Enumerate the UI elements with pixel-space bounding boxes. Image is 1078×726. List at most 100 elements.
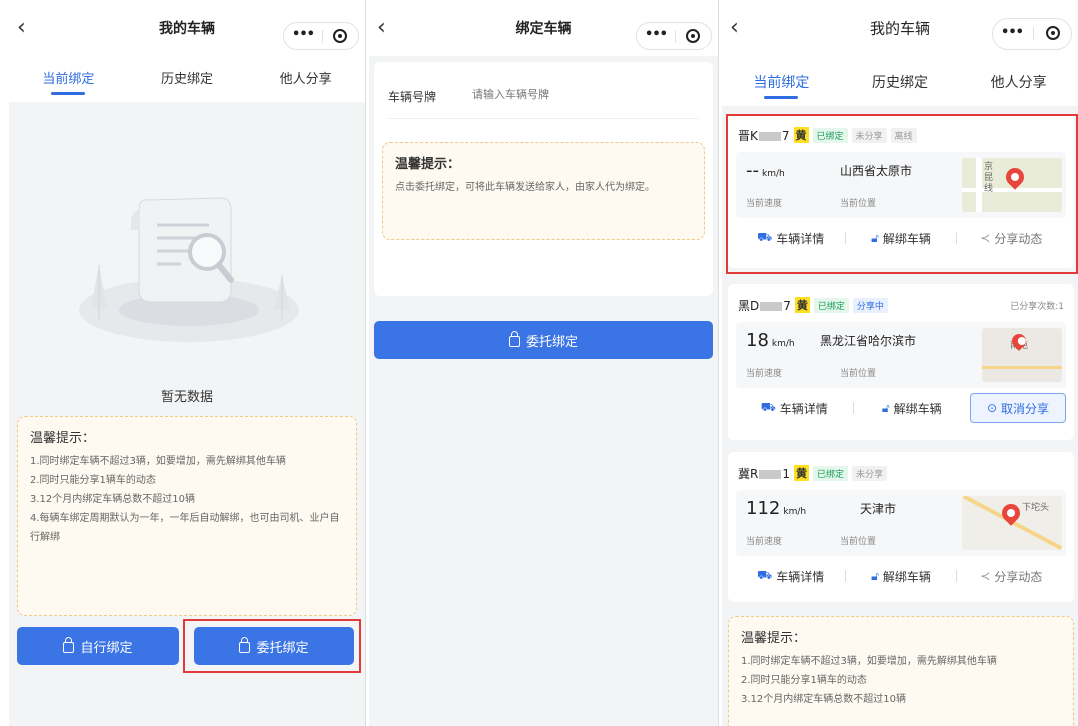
tip-line: 3.12个月内绑定车辆总数不超过10辆 [30, 494, 195, 505]
vehicle-actions: ⛟ 车辆详情 🔓︎ 解绑车辆 ⊙ 取消分享 [736, 392, 1066, 424]
lock-icon [508, 331, 520, 347]
close-icon[interactable] [1046, 26, 1060, 40]
close-icon[interactable] [333, 29, 347, 43]
tip-line: 4.每辆车绑定周期默认为一年，一年后自动解绑，也可由司机、业户自行解绑 [30, 513, 340, 543]
capsule-divider [1033, 27, 1034, 40]
more-icon[interactable]: ••• [284, 23, 322, 49]
empty-state-illustration [79, 197, 299, 342]
plate-color-tag: 黄 [794, 297, 810, 313]
vehicle-header: 晋K 7 黄 已绑定 未分享 离线 [738, 126, 1064, 144]
plate-suffix: 7 [781, 128, 790, 143]
vehicle-card[interactable]: 黑D 7 黄 已绑定 分享中 已分享次数:1 18 km/h 当前速度 黑龙江省哈尔… [728, 284, 1074, 440]
map-thumbnail[interactable]: 京昆线 [962, 158, 1062, 212]
plate-input[interactable] [470, 84, 690, 106]
plate-color-tag: 黄 [793, 465, 809, 481]
location-value: 天津市 [860, 502, 897, 516]
entrust-bind-label: 委托绑定 [525, 334, 578, 350]
self-bind-label: 自行绑定 [80, 640, 133, 656]
speed-number: -- [746, 160, 759, 181]
phone-bind-vehicle: ‹ 绑定车辆 ••• 车辆号牌 温馨提示： 点击委托绑定，可将此车辆发送给家人，… [369, 0, 719, 726]
cancel-circle-icon: ⊙ [986, 401, 998, 415]
plate-mask [759, 469, 782, 479]
lock-icon: 🔓︎ [871, 230, 879, 245]
more-icon[interactable]: ••• [637, 23, 675, 49]
close-icon[interactable] [686, 29, 700, 43]
unbind-label: 解绑车辆 [882, 569, 931, 584]
tips-box: 温馨提示： 1.同时绑定车辆不超过3辆，如要增加，需先解绑其他车辆 2.同时只能… [728, 616, 1074, 726]
plate-number: 冀R 1 [738, 465, 790, 482]
tip-line: 1.同时绑定车辆不超过3辆，如要增加，需先解绑其他车辆 [30, 456, 286, 467]
tips-box: 温馨提示： 点击委托绑定，可将此车辆发送给家人，由家人代为绑定。 [382, 142, 705, 240]
lock-icon [239, 637, 251, 653]
nav-bar: ‹ 绑定车辆 ••• [369, 0, 718, 56]
plate-prefix: 晋K [738, 128, 758, 143]
tab-current-binding[interactable]: 当前绑定 [9, 56, 128, 102]
entrust-bind-button[interactable]: 委托绑定 [374, 321, 713, 359]
speed-unit: km/h [783, 507, 807, 517]
map-thumbnail[interactable]: 下坨头 [962, 496, 1062, 550]
share-button[interactable]: ≺ 分享动态 [957, 230, 1066, 247]
self-bind-button[interactable]: 自行绑定 [17, 627, 179, 665]
vehicle-detail-button[interactable]: ⛟ 车辆详情 [736, 568, 845, 585]
plate-number: 晋K 7 [738, 127, 790, 144]
map-road [976, 158, 982, 212]
speed-number: 18 [746, 330, 769, 351]
unbind-button[interactable]: 🔓︎ 解绑车辆 [854, 400, 971, 417]
speed-value: 18 km/h [746, 330, 795, 351]
lock-icon: 🔓︎ [871, 568, 879, 583]
plate-suffix: 7 [783, 298, 791, 313]
vehicle-card[interactable]: 冀R 1 黄 已绑定 未分享 112 km/h 当前速度 天津市 当前位置 下坨头 … [728, 452, 1074, 602]
vehicle-actions: ⛟ 车辆详情 🔓︎ 解绑车辆 ≺ 分享动态 [736, 560, 1066, 592]
speed-label: 当前速度 [746, 537, 783, 547]
vehicle-detail-label: 车辆详情 [776, 569, 825, 584]
vehicle-header: 黑D 7 黄 已绑定 分享中 已分享次数:1 [738, 296, 1064, 314]
vehicle-detail-label: 车辆详情 [779, 401, 828, 416]
status-badge-sharing: 分享中 [852, 297, 888, 313]
tab-shared-by-others[interactable]: 他人分享 [959, 56, 1078, 106]
map-pin-icon [998, 500, 1024, 526]
more-icon[interactable]: ••• [993, 19, 1031, 45]
location-value: 山西省太原市 [840, 164, 913, 178]
tab-bar: 当前绑定 历史绑定 他人分享 [9, 56, 365, 102]
unbind-button[interactable]: 🔓︎ 解绑车辆 [846, 230, 955, 247]
vehicle-detail-button[interactable]: ⛟ 车辆详情 [736, 400, 853, 417]
vehicle-actions: ⛟ 车辆详情 🔓︎ 解绑车辆 ≺ 分享动态 [736, 222, 1066, 254]
tips-box: 温馨提示： 1.同时绑定车辆不超过3辆，如要增加，需先解绑其他车辆 2.同时只能… [17, 416, 357, 616]
location-label: 当前位置 [840, 369, 877, 379]
tab-current-binding[interactable]: 当前绑定 [722, 56, 841, 106]
share-icon: ≺ [980, 231, 991, 245]
vehicle-card[interactable]: 晋K 7 黄 已绑定 未分享 离线 -- km/h 当前速度 山西省太原市 当前位置… [728, 114, 1074, 268]
plate-mask [760, 301, 783, 311]
map-label: 京昆线 [984, 162, 994, 194]
tip-line: 2.同时只能分享1辆车的动态 [30, 475, 156, 486]
plate-prefix: 冀R [738, 466, 759, 481]
map-thumbnail[interactable]: 南屯 [982, 328, 1062, 382]
tab-history-binding[interactable]: 历史绑定 [128, 56, 247, 102]
status-badge-unshared: 未分享 [852, 465, 888, 481]
speed-unit: km/h [762, 169, 785, 179]
vehicle-header: 冀R 1 黄 已绑定 未分享 [738, 464, 1064, 482]
mini-program-capsule: ••• [992, 18, 1072, 50]
vehicle-info-panel: 112 km/h 当前速度 天津市 当前位置 下坨头 [736, 490, 1066, 556]
speed-value: 112 km/h [746, 498, 806, 519]
status-badge-bound: 已绑定 [813, 297, 849, 313]
vehicle-info-panel: -- km/h 当前速度 山西省太原市 当前位置 京昆线 [736, 152, 1066, 218]
tip-line: 2.同时只能分享1辆车的动态 [741, 675, 867, 686]
cancel-share-button[interactable]: ⊙ 取消分享 [970, 393, 1066, 423]
share-icon: ≺ [980, 569, 991, 583]
truck-icon: ⛟ [757, 230, 773, 244]
nav-bar: ‹ 我的车辆 ••• [9, 0, 365, 56]
share-button[interactable]: ≺ 分享动态 [957, 568, 1066, 585]
phone-my-vehicles-list: ‹ 我的车辆 ••• 当前绑定 历史绑定 他人分享 晋K 7 黄 已绑定 未分享 … [722, 0, 1078, 726]
entrust-bind-button[interactable]: 委托绑定 [194, 627, 354, 665]
plate-color-tag: 黄 [793, 127, 809, 143]
capsule-divider [675, 30, 676, 43]
speed-unit: km/h [771, 339, 795, 349]
tip-line: 1.同时绑定车辆不超过3辆，如要增加，需先解绑其他车辆 [741, 656, 997, 667]
unbind-button[interactable]: 🔓︎ 解绑车辆 [846, 568, 955, 585]
tab-history-binding[interactable]: 历史绑定 [841, 56, 960, 106]
tab-shared-by-others[interactable]: 他人分享 [246, 56, 365, 102]
share-label: 分享动态 [994, 231, 1043, 246]
vehicle-detail-button[interactable]: ⛟ 车辆详情 [736, 230, 845, 247]
speed-label: 当前速度 [746, 369, 783, 379]
